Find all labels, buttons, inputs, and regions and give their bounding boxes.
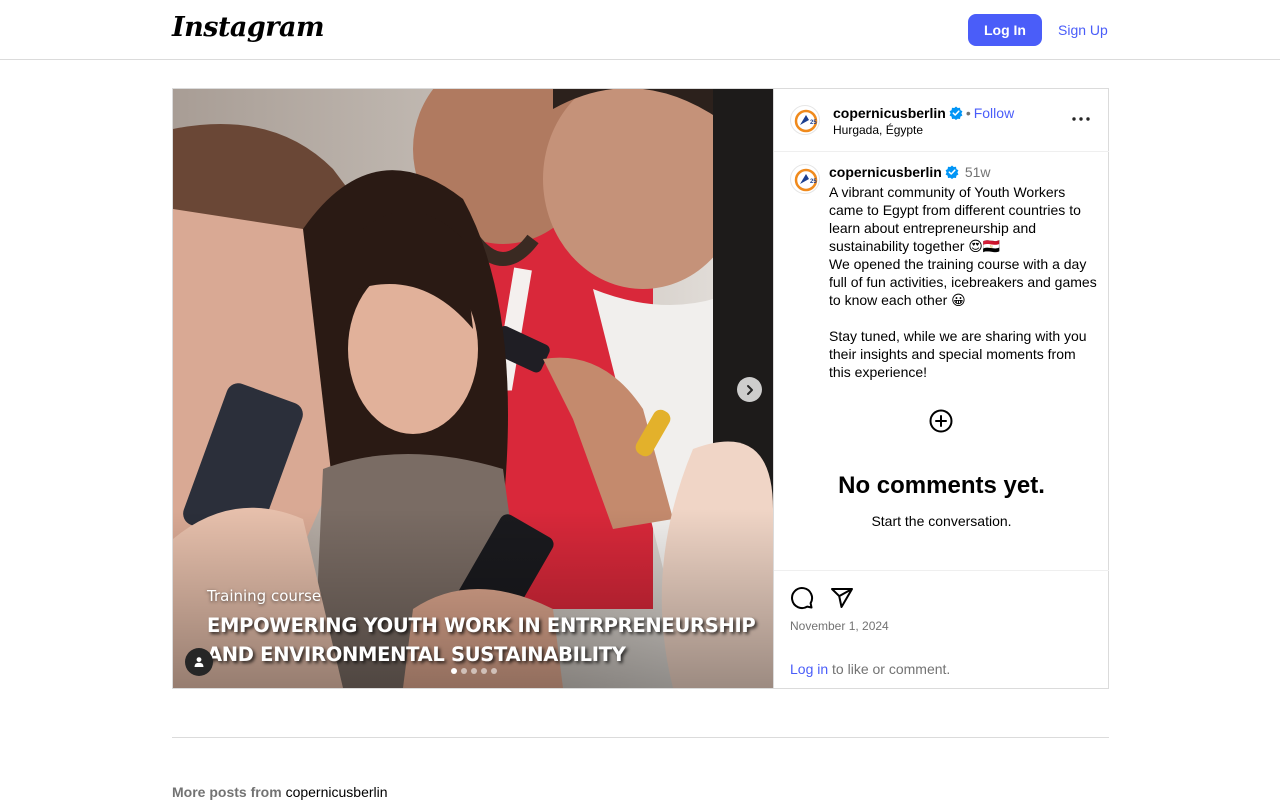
user-tag-icon xyxy=(194,657,204,667)
image-caption-title: EMPOWERING YOUTH WORK IN ENTRPRENEURSHIP… xyxy=(207,611,756,669)
svg-text:25: 25 xyxy=(810,179,817,185)
caption-header: copernicusberlin 51w xyxy=(829,164,991,180)
carousel-dot xyxy=(491,668,497,674)
caption-text: A vibrant community of Youth Workers cam… xyxy=(829,184,1097,380)
post-container: Training course EMPOWERING YOUTH WORK IN… xyxy=(172,88,1109,689)
top-navbar: Instagram Log In Sign Up xyxy=(0,0,1280,60)
image-caption-line-1: EMPOWERING YOUTH WORK IN ENTRPRENEURSHIP xyxy=(207,614,756,637)
copernicus-logo-icon: 25 xyxy=(794,109,817,133)
log-in-button[interactable]: Log In xyxy=(968,14,1042,46)
login-prompt-suffix: to like or comment. xyxy=(828,661,951,677)
post-time-ago[interactable]: 51w xyxy=(965,164,991,180)
post-author-line: copernicusberlin • Follow xyxy=(833,105,1014,121)
post-side-panel: 25 copernicusberlin • Follow Hurgada, Égyp… xyxy=(773,89,1109,688)
start-conversation-text: Start the conversation. xyxy=(871,513,1012,529)
tagged-users-button[interactable] xyxy=(185,648,213,676)
caption-avatar[interactable]: 25 xyxy=(790,164,820,194)
profile-avatar[interactable]: 25 xyxy=(790,105,820,135)
svg-text:25: 25 xyxy=(810,120,817,126)
copernicus-logo-icon: 25 xyxy=(794,168,817,192)
instagram-logo[interactable]: Instagram xyxy=(172,12,325,43)
sign-up-link[interactable]: Sign Up xyxy=(1058,22,1108,38)
post-header: 25 copernicusberlin • Follow Hurgada, Égyp… xyxy=(774,89,1109,152)
carousel-dot xyxy=(471,668,477,674)
carousel-indicator xyxy=(451,668,497,674)
post-media[interactable]: Training course EMPOWERING YOUTH WORK IN… xyxy=(173,89,773,688)
post-location[interactable]: Hurgada, Égypte xyxy=(833,123,923,137)
more-options-icon[interactable] xyxy=(1070,111,1092,127)
no-comments-title: No comments yet. xyxy=(838,472,1045,499)
carousel-dot xyxy=(481,668,487,674)
section-divider xyxy=(172,737,1109,738)
image-caption-small: Training course xyxy=(207,587,322,605)
comment-icon[interactable] xyxy=(790,586,814,610)
separator-dot: • xyxy=(965,105,971,121)
login-prompt: Log in to like or comment. xyxy=(790,661,950,677)
image-caption-line-2: AND ENVIRONMENTAL SUSTAINABILITY xyxy=(207,643,626,666)
more-posts-username[interactable]: copernicusberlin xyxy=(286,784,388,800)
next-slide-button[interactable] xyxy=(737,377,762,402)
post-actions: November 1, 2024 Log in to like or comme… xyxy=(774,570,1109,688)
carousel-dot xyxy=(461,668,467,674)
carousel-dot xyxy=(451,668,457,674)
chevron-right-icon xyxy=(746,384,753,395)
post-date[interactable]: November 1, 2024 xyxy=(790,619,889,633)
more-posts-label: More posts from xyxy=(172,784,286,800)
follow-button[interactable]: Follow xyxy=(974,105,1014,121)
log-in-link[interactable]: Log in xyxy=(790,661,828,677)
verified-icon xyxy=(949,106,963,120)
verified-icon xyxy=(945,165,959,179)
more-posts-heading: More posts from copernicusberlin xyxy=(172,784,388,800)
share-icon[interactable] xyxy=(830,586,854,610)
add-circle-icon[interactable] xyxy=(929,409,953,433)
post-author-username[interactable]: copernicusberlin xyxy=(833,105,946,121)
caption-username[interactable]: copernicusberlin xyxy=(829,164,942,180)
